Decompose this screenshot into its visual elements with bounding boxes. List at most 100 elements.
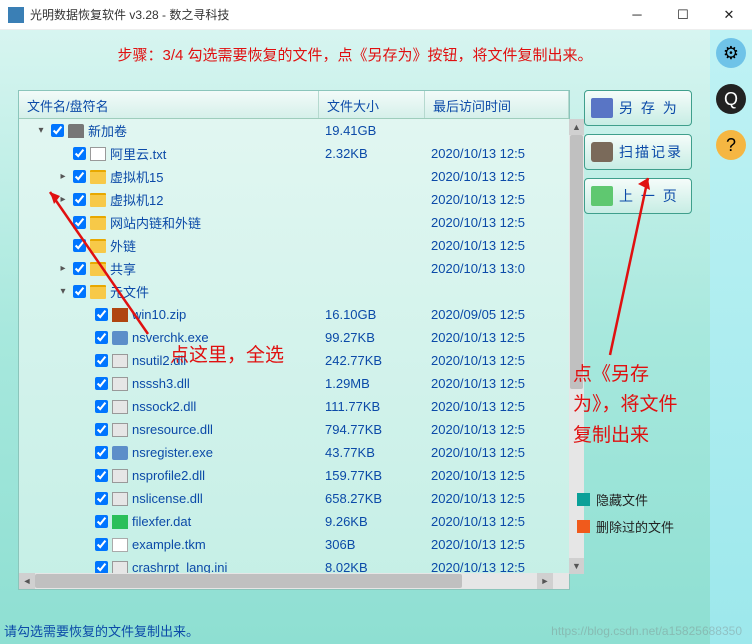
- prev-page-button[interactable]: 上 一 页: [584, 178, 692, 214]
- vscroll-thumb[interactable]: [570, 135, 583, 389]
- file-size: 794.77KB: [319, 422, 425, 437]
- row-checkbox[interactable]: [73, 262, 86, 275]
- table-row[interactable]: 外链 2020/10/13 12:5: [19, 234, 569, 257]
- table-row[interactable]: nsverchk.exe99.27KB2020/10/13 12:5: [19, 326, 569, 349]
- file-list-panel: 文件名/盘符名 文件大小 最后访问时间 ▾ 新加卷19.41GB 阿里云.txt…: [18, 90, 570, 590]
- scroll-up-icon[interactable]: ▲: [569, 119, 584, 135]
- row-checkbox[interactable]: [95, 308, 108, 321]
- horizontal-scrollbar[interactable]: ◄ ►: [19, 573, 553, 589]
- maximize-button[interactable]: ☐: [660, 0, 706, 30]
- blank-icon: [112, 538, 128, 552]
- row-checkbox[interactable]: [95, 331, 108, 344]
- scroll-right-icon[interactable]: ►: [537, 573, 553, 589]
- table-row[interactable]: nsssh3.dll1.29MB2020/10/13 12:5: [19, 372, 569, 395]
- column-name[interactable]: 文件名/盘符名: [19, 91, 319, 118]
- legend: 隐藏文件 删除过的文件: [577, 490, 692, 544]
- row-checkbox[interactable]: [73, 239, 86, 252]
- row-checkbox[interactable]: [95, 469, 108, 482]
- column-size[interactable]: 文件大小: [319, 91, 425, 118]
- close-button[interactable]: ✕: [706, 0, 752, 30]
- row-checkbox[interactable]: [95, 423, 108, 436]
- row-checkbox[interactable]: [73, 193, 86, 206]
- file-name: 元文件: [110, 282, 149, 301]
- file-date: 2020/10/13 12:5: [425, 169, 569, 184]
- window-title: 光明数据恢复软件 v3.28 - 数之寻科技: [30, 6, 614, 23]
- file-size: 1.29MB: [319, 376, 425, 391]
- file-name: 外链: [110, 236, 136, 255]
- file-name: 共享: [110, 259, 136, 278]
- scan-log-button[interactable]: 扫描记录: [584, 134, 692, 170]
- dll-icon: [112, 492, 128, 506]
- row-checkbox[interactable]: [51, 124, 64, 137]
- table-row[interactable]: ▸ 虚拟机15 2020/10/13 12:5: [19, 165, 569, 188]
- row-checkbox[interactable]: [95, 446, 108, 459]
- table-row[interactable]: filexfer.dat9.26KB2020/10/13 12:5: [19, 510, 569, 533]
- qq-icon[interactable]: Q: [716, 84, 746, 114]
- row-checkbox[interactable]: [95, 538, 108, 551]
- row-checkbox[interactable]: [73, 285, 86, 298]
- file-date: 2020/10/13 12:5: [425, 468, 569, 483]
- table-row[interactable]: crashrpt_lang.ini8.02KB2020/10/13 12:5: [19, 556, 569, 573]
- expander-icon[interactable]: ▸: [57, 194, 69, 205]
- file-date: 2020/10/13 12:5: [425, 238, 569, 253]
- annotation-save-hint: 点《另存为》，将文件复制出来: [573, 360, 688, 451]
- camera-icon: [591, 142, 613, 162]
- file-size: 658.27KB: [319, 491, 425, 506]
- table-row[interactable]: nslicense.dll658.27KB2020/10/13 12:5: [19, 487, 569, 510]
- scroll-down-icon[interactable]: ▼: [569, 558, 584, 574]
- app-icon: [8, 7, 24, 23]
- file-name: 虚拟机15: [110, 167, 163, 186]
- folder-icon: [90, 285, 106, 299]
- folder-icon: [90, 239, 106, 253]
- dll-icon: [112, 469, 128, 483]
- table-row[interactable]: 网站内链和外链2020/10/13 12:5: [19, 211, 569, 234]
- table-row[interactable]: ▸ 虚拟机122020/10/13 12:5: [19, 188, 569, 211]
- row-checkbox[interactable]: [95, 515, 108, 528]
- row-checkbox[interactable]: [95, 492, 108, 505]
- file-size: 111.77KB: [319, 399, 425, 414]
- watermark: https://blog.csdn.net/a15825688350: [551, 624, 742, 638]
- table-row[interactable]: win10.zip16.10GB2020/09/05 12:5: [19, 303, 569, 326]
- folder-icon: [90, 170, 106, 184]
- table-row[interactable]: ▾ 新加卷19.41GB: [19, 119, 569, 142]
- side-buttons: 另 存 为 扫描记录 上 一 页: [584, 90, 692, 214]
- table-row[interactable]: 阿里云.txt2.32KB2020/10/13 12:5: [19, 142, 569, 165]
- table-row[interactable]: ▸ 共享 2020/10/13 13:0: [19, 257, 569, 280]
- column-date[interactable]: 最后访问时间: [425, 91, 569, 118]
- row-checkbox[interactable]: [95, 561, 108, 573]
- expander-icon[interactable]: ▾: [35, 125, 47, 136]
- ini-icon: [112, 561, 128, 574]
- globe-icon[interactable]: ⚙: [716, 38, 746, 68]
- minimize-button[interactable]: ─: [614, 0, 660, 30]
- row-checkbox[interactable]: [73, 216, 86, 229]
- table-row[interactable]: nssock2.dll111.77KB2020/10/13 12:5: [19, 395, 569, 418]
- table-row[interactable]: nsutil2.dll242.77KB2020/10/13 12:5: [19, 349, 569, 372]
- row-checkbox[interactable]: [95, 377, 108, 390]
- file-name: nssock2.dll: [132, 399, 196, 414]
- zip-icon: [112, 308, 128, 322]
- row-checkbox[interactable]: [95, 400, 108, 413]
- save-as-button[interactable]: 另 存 为: [584, 90, 692, 126]
- file-date: 2020/10/13 12:5: [425, 330, 569, 345]
- table-row[interactable]: example.tkm306B2020/10/13 12:5: [19, 533, 569, 556]
- expander-icon[interactable]: ▸: [57, 263, 69, 274]
- file-name: nslicense.dll: [132, 491, 203, 506]
- table-row[interactable]: nsresource.dll794.77KB2020/10/13 12:5: [19, 418, 569, 441]
- help-icon[interactable]: ?: [716, 130, 746, 160]
- row-checkbox[interactable]: [73, 170, 86, 183]
- file-date: 2020/10/13 13:0: [425, 261, 569, 276]
- expander-icon[interactable]: ▸: [57, 171, 69, 182]
- save-icon: [591, 98, 613, 118]
- scroll-left-icon[interactable]: ◄: [19, 573, 35, 589]
- expander-icon[interactable]: ▾: [57, 286, 69, 297]
- table-row[interactable]: nsregister.exe43.77KB2020/10/13 12:5: [19, 441, 569, 464]
- dll-icon: [112, 377, 128, 391]
- table-row[interactable]: nsprofile2.dll159.77KB2020/10/13 12:5: [19, 464, 569, 487]
- row-checkbox[interactable]: [95, 354, 108, 367]
- hscroll-thumb[interactable]: [35, 574, 462, 588]
- file-date: 2020/10/13 12:5: [425, 215, 569, 230]
- file-name: 阿里云.txt: [110, 144, 166, 163]
- table-row[interactable]: ▾ 元文件: [19, 280, 569, 303]
- folder-icon: [90, 193, 106, 207]
- row-checkbox[interactable]: [73, 147, 86, 160]
